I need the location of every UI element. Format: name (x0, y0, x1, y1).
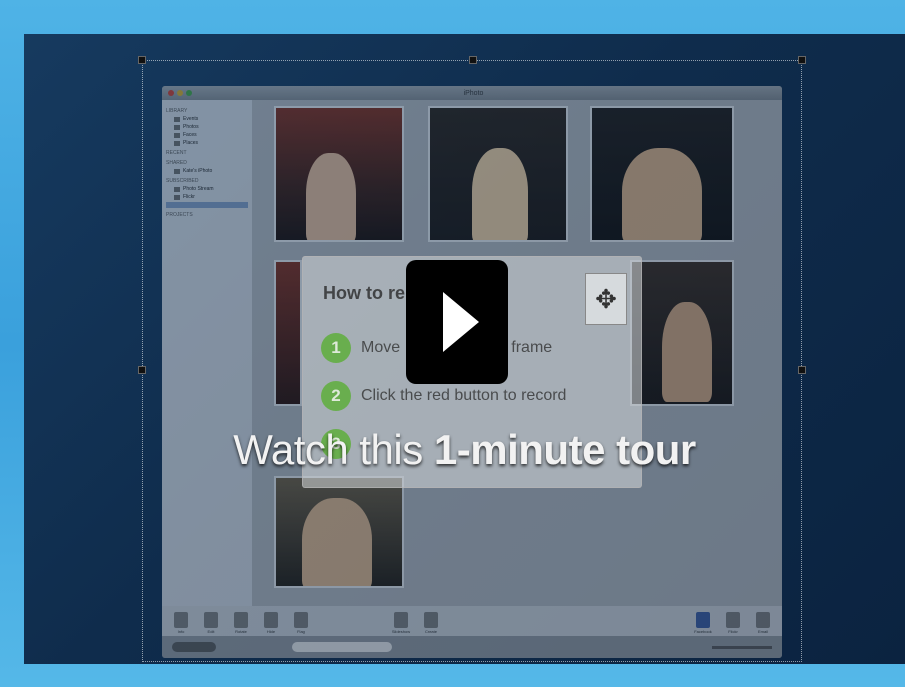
photo-thumbnail (274, 476, 404, 588)
view-segment-control (172, 642, 216, 652)
rotate-icon (234, 612, 248, 628)
photo-thumbnail (590, 106, 734, 242)
search-field (292, 642, 392, 652)
sidebar-item: Places (174, 140, 248, 146)
create-button: Create (420, 612, 442, 634)
resize-handle (798, 366, 806, 374)
flickr-icon (174, 194, 180, 200)
flag-icon (294, 612, 308, 628)
iphoto-toolbar: Info Edit Rotate Hide Flag Slideshow Cre… (162, 606, 782, 636)
howto-title: How to re (323, 283, 406, 303)
photo-thumbnail (630, 260, 734, 406)
caption-emphasis: 1-minute tour (433, 426, 696, 473)
window-titlebar: iPhoto (162, 86, 782, 100)
places-icon (174, 140, 180, 146)
sidebar-item: Photos (174, 124, 248, 130)
sidebar-item-selected (166, 202, 248, 208)
sidebar: Library Events Photos Faces Places Recen… (162, 100, 252, 610)
sidebar-header: Library (166, 108, 188, 114)
howto-step: 2 Click the red button to record (321, 381, 566, 411)
sidebar-item: Photo Stream (174, 186, 248, 192)
caption-prefix: Watch this (233, 426, 434, 473)
slideshow-button: Slideshow (390, 612, 412, 634)
sidebar-item: Kate's iPhoto (174, 168, 248, 174)
resize-handle (138, 56, 146, 64)
sidebar-header: Recent (166, 150, 187, 156)
edit-button: Edit (200, 612, 222, 634)
photo-thumbnail (274, 106, 404, 242)
shared-library-icon (174, 168, 180, 174)
sidebar-header: Projects (166, 212, 193, 218)
slideshow-icon (394, 612, 408, 628)
video-player[interactable]: iPhoto Library Events Photos Faces Place… (24, 34, 905, 664)
video-caption: Watch this 1-minute tour (24, 426, 905, 474)
zoom-slider (712, 645, 772, 649)
play-button[interactable] (406, 260, 508, 384)
flickr-button: Flickr (722, 612, 744, 634)
photo-thumbnail (428, 106, 568, 242)
resize-handle (798, 56, 806, 64)
play-icon[interactable] (443, 292, 479, 352)
window-title: iPhoto (463, 89, 484, 97)
step-number-badge: 1 (321, 333, 351, 363)
close-dot (168, 90, 174, 96)
faces-icon (174, 132, 180, 138)
photos-icon (174, 124, 180, 130)
resize-handle (469, 56, 477, 64)
hide-icon (264, 612, 278, 628)
iphoto-bottom-bar (162, 636, 782, 658)
info-button: Info (170, 612, 192, 634)
events-icon (174, 116, 180, 122)
resize-handle (138, 366, 146, 374)
move-arrows-icon: ✥ (585, 273, 627, 325)
flickr-icon (726, 612, 740, 628)
minimize-dot (177, 90, 183, 96)
photo-stream-icon (174, 186, 180, 192)
facebook-icon (696, 612, 710, 628)
sidebar-item: Flickr (174, 194, 248, 200)
step-text: Click the red button to record (361, 387, 567, 404)
rotate-button: Rotate (230, 612, 252, 634)
info-icon (174, 612, 188, 628)
hide-button: Hide (260, 612, 282, 634)
zoom-dot (186, 90, 192, 96)
sidebar-header: Subscribed (166, 178, 199, 184)
create-icon (424, 612, 438, 628)
photo-thumbnail (274, 260, 302, 406)
email-button: Email (752, 612, 774, 634)
step-number-badge: 2 (321, 381, 351, 411)
flag-button: Flag (290, 612, 312, 634)
sidebar-item: Events (174, 116, 248, 122)
edit-icon (204, 612, 218, 628)
facebook-button: Facebook (692, 612, 714, 634)
sidebar-header: Shared (166, 160, 187, 166)
email-icon (756, 612, 770, 628)
sidebar-item: Faces (174, 132, 248, 138)
